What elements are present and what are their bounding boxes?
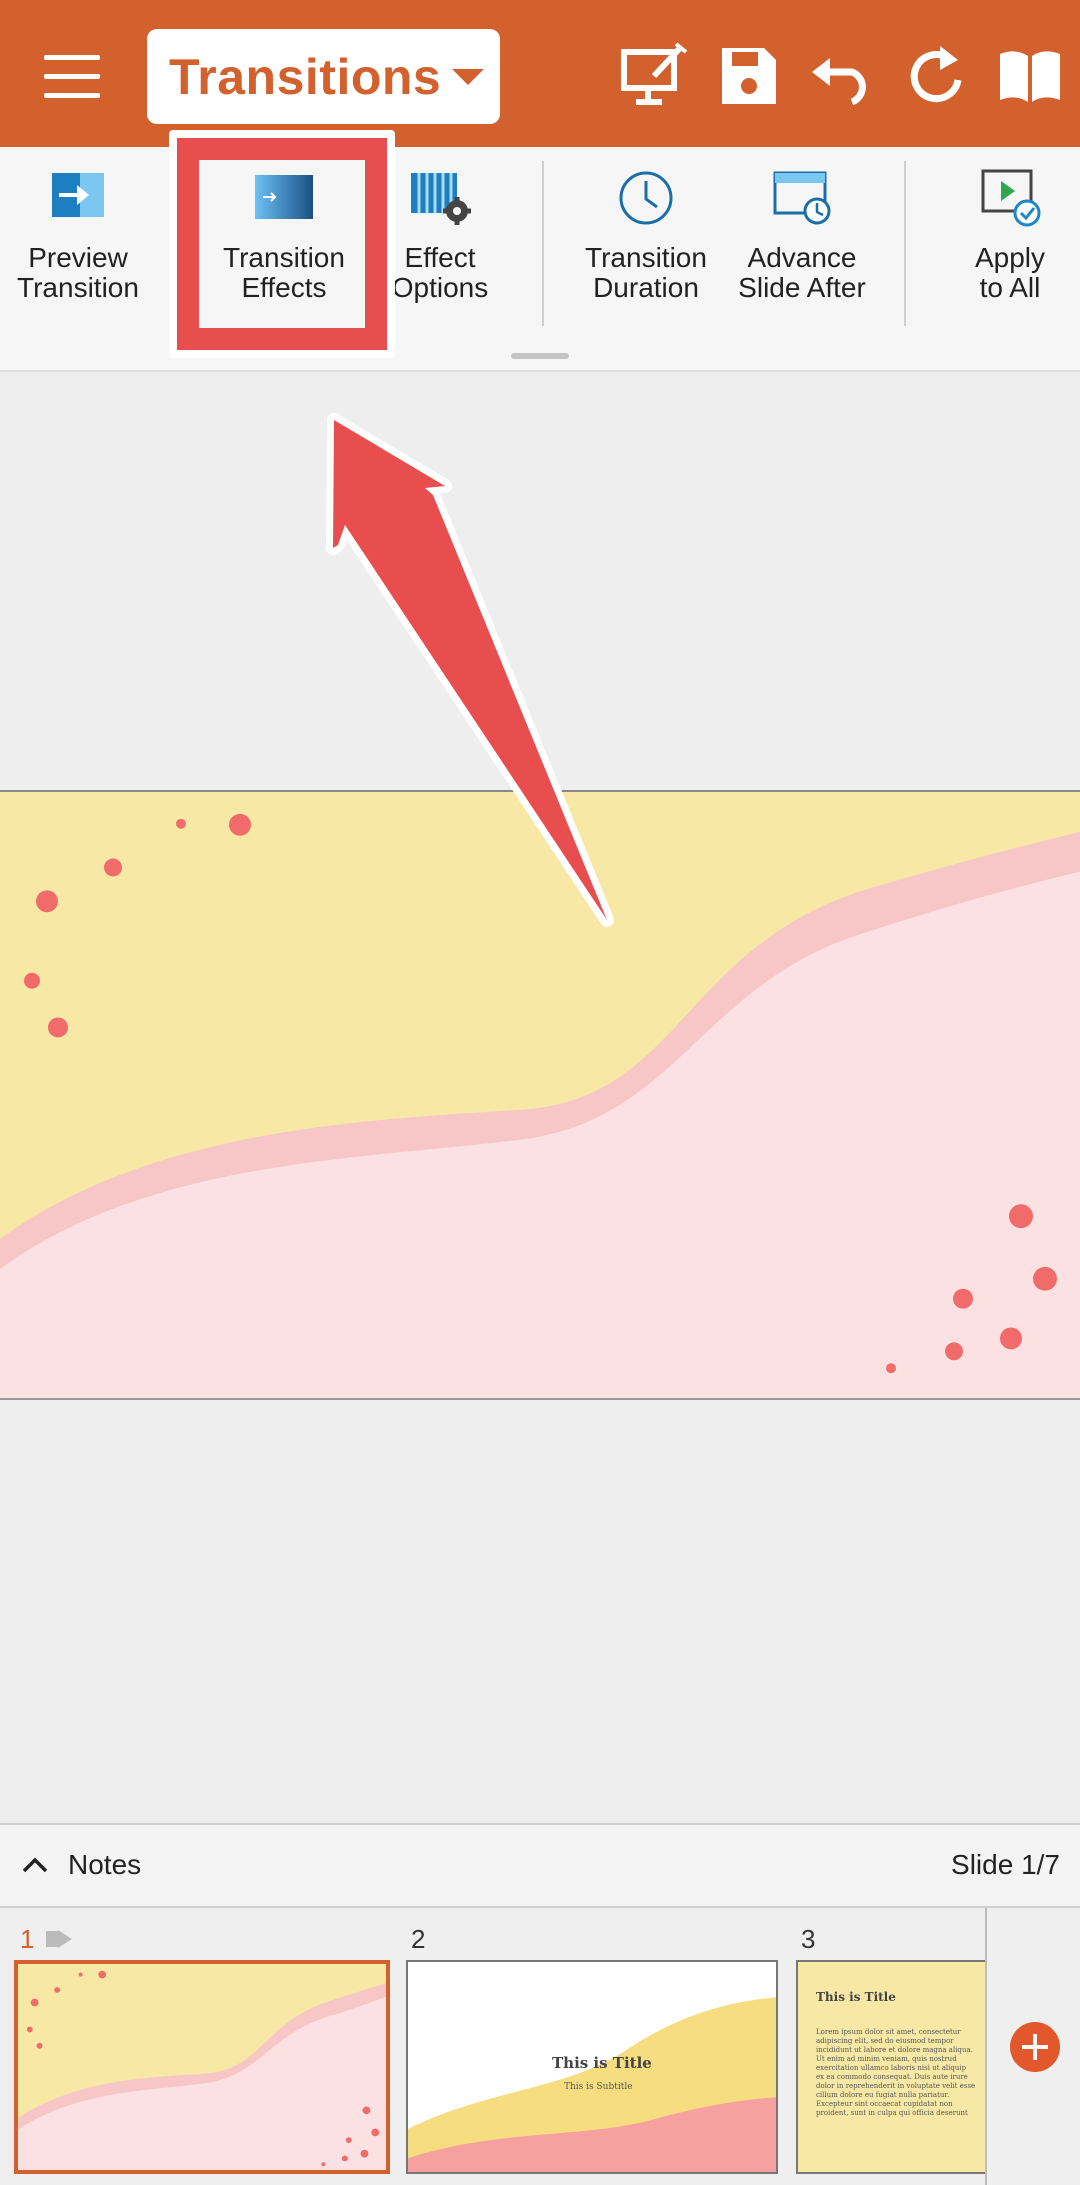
thumb-number: 2	[411, 1924, 426, 1954]
notes-label[interactable]: Notes	[68, 1849, 141, 1881]
thumbnail-title: This is Title	[552, 2054, 652, 2072]
advance-slide-after-button[interactable]: Advance Slide After	[722, 167, 882, 347]
ribbon-collapse-handle[interactable]	[511, 353, 569, 359]
slide-canvas[interactable]	[0, 790, 1080, 1400]
ribbon-label: Transition	[585, 242, 707, 273]
ribbon-divider	[542, 161, 544, 326]
thumbnail-title: This is Title	[816, 1990, 896, 2004]
slide-counter: Slide 1/7	[951, 1849, 1060, 1880]
ribbon-label: Advance	[747, 242, 857, 273]
thumbnail-slide-2[interactable]: This is Title This is Subtitle	[406, 1960, 778, 2174]
highlight-box	[177, 138, 387, 350]
ribbon-mode-label: Transitions	[169, 48, 442, 105]
ribbon-label: Options	[391, 272, 489, 303]
chevron-up-icon[interactable]	[20, 1851, 50, 1881]
thumbnails-divider	[985, 1908, 987, 2185]
apply-to-all-icon	[979, 167, 1041, 229]
reading-view-icon[interactable]	[994, 40, 1066, 112]
clock-icon	[615, 167, 677, 229]
apply-to-all-button[interactable]: Apply to All	[930, 167, 1080, 347]
preview-transition-button[interactable]: Preview Transition	[0, 167, 158, 347]
preview-transition-icon	[47, 167, 109, 229]
ribbon-mode-dropdown[interactable]: Transitions	[147, 29, 500, 124]
ribbon-label: to All	[979, 272, 1041, 303]
advance-slide-icon	[771, 167, 833, 229]
ribbon-label: Duration	[593, 272, 699, 303]
ribbon-label: Effect	[404, 242, 476, 273]
slide-background	[0, 792, 1080, 1398]
ribbon-label: Slide After	[738, 272, 866, 303]
present-edit-icon[interactable]	[618, 40, 690, 112]
ribbon-label: Apply	[974, 242, 1046, 273]
thumbnail-image	[18, 1964, 386, 2170]
thumbnail-slide-1[interactable]	[14, 1960, 390, 2174]
redo-icon[interactable]	[900, 40, 972, 112]
add-slide-button[interactable]	[1010, 2022, 1060, 2072]
thumb-number: 3	[801, 1924, 816, 1954]
menu-icon[interactable]	[44, 55, 100, 99]
slide-thumbnails: 1 2 This is Title This is Subtitle 3 Thi…	[0, 1908, 1080, 2185]
thumbnail-body: Lorem ipsum dolor sit amet, consectetur …	[816, 2028, 976, 2117]
thumb-number: 1	[20, 1924, 35, 1954]
chevron-down-icon	[452, 69, 484, 85]
top-bar: Transitions	[0, 0, 1080, 147]
ribbon-label: Preview	[28, 242, 128, 273]
ribbon-label: Transition	[17, 272, 139, 303]
save-icon[interactable]	[712, 40, 784, 112]
ribbon-divider	[904, 161, 906, 326]
thumbnail-subtitle: This is Subtitle	[564, 2082, 633, 2092]
transition-indicator-icon	[46, 1930, 72, 1948]
undo-icon[interactable]	[806, 40, 878, 112]
transitions-ribbon: Preview Transition Transition Effects Effe…	[0, 147, 1080, 372]
thumbnail-slide-3[interactable]: This is Title Lorem ipsum dolor sit amet…	[796, 1960, 986, 2174]
app-root: Transitions Preview Transition Transitio…	[0, 0, 1080, 2185]
notes-bar[interactable]: Notes Slide 1/7	[0, 1823, 1080, 1908]
effect-options-icon	[409, 167, 471, 229]
transition-duration-button[interactable]: Transition Duration	[566, 167, 726, 347]
